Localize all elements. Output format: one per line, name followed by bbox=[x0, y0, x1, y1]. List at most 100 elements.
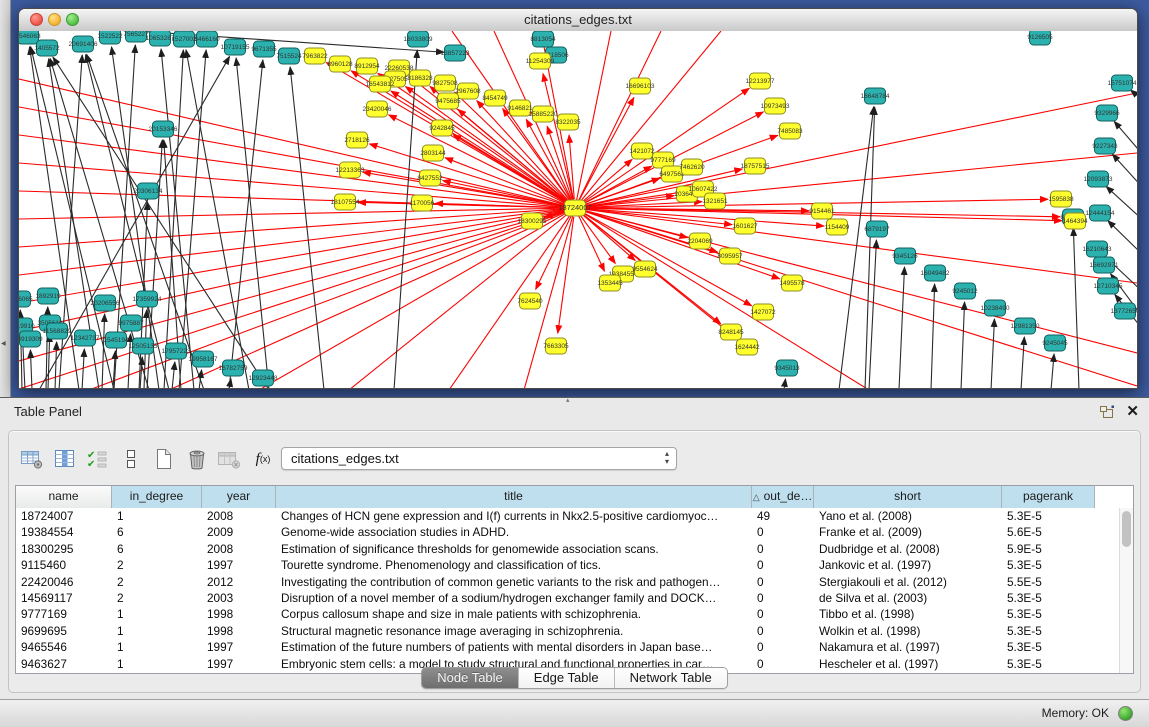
black-edge[interactable] bbox=[839, 107, 874, 389]
table-cell[interactable]: 5.5E-5 bbox=[1002, 574, 1095, 590]
table-row[interactable]: 2242004622012Investigating the contribut… bbox=[16, 574, 1119, 590]
column-header-pagerank[interactable]: pagerank bbox=[1002, 486, 1095, 508]
column-header-name[interactable]: name bbox=[16, 486, 112, 508]
network-node[interactable]: 7515524 bbox=[276, 48, 302, 64]
network-node[interactable]: 1527002 bbox=[171, 31, 197, 47]
network-node[interactable]: 9554624 bbox=[632, 261, 658, 277]
network-node[interactable]: 9475685 bbox=[435, 93, 461, 109]
red-edge[interactable] bbox=[19, 163, 575, 208]
red-edge[interactable] bbox=[575, 208, 1137, 283]
table-cell[interactable]: 9777169 bbox=[16, 606, 112, 622]
network-node[interactable]: 13772650 bbox=[1111, 303, 1137, 319]
black-edge[interactable] bbox=[229, 60, 263, 389]
table-cell[interactable]: 0 bbox=[752, 606, 814, 622]
table-cell[interactable]: 1998 bbox=[202, 606, 276, 622]
network-node[interactable]: 1522522 bbox=[97, 31, 123, 44]
black-edge[interactable] bbox=[961, 302, 965, 389]
table-cell[interactable]: 5.3E-5 bbox=[1002, 623, 1095, 639]
black-edge[interactable] bbox=[30, 350, 32, 389]
network-node[interactable]: 9245012 bbox=[952, 283, 978, 299]
network-node[interactable]: 9671355 bbox=[251, 41, 277, 57]
close-panel-button[interactable]: ✕ bbox=[1126, 402, 1139, 420]
network-node[interactable]: 2967608 bbox=[455, 83, 481, 99]
network-node[interactable]: 8427552 bbox=[417, 170, 443, 186]
network-node[interactable]: 1170056 bbox=[410, 195, 435, 211]
column-header-title[interactable]: title bbox=[276, 486, 752, 508]
network-node[interactable]: 15751074 bbox=[1108, 75, 1137, 91]
table-cell[interactable]: 2 bbox=[112, 557, 202, 573]
network-node[interactable]: 11568829 bbox=[43, 323, 72, 339]
network-node[interactable]: 16648784 bbox=[861, 88, 890, 104]
table-cell[interactable]: 19384554 bbox=[16, 524, 112, 540]
black-edge[interactable] bbox=[1021, 337, 1024, 389]
red-edge[interactable] bbox=[543, 74, 573, 200]
table-cell[interactable]: 18724007 bbox=[16, 508, 112, 524]
network-node[interactable]: 18107554 bbox=[331, 194, 360, 210]
table-cell[interactable]: 5.3E-5 bbox=[1002, 606, 1095, 622]
network-node[interactable]: 10238490 bbox=[981, 300, 1010, 316]
network-node[interactable]: 9975887 bbox=[118, 315, 144, 331]
create-column-button[interactable] bbox=[151, 447, 177, 471]
table-cell[interactable]: 2003 bbox=[202, 590, 276, 606]
black-edge[interactable] bbox=[991, 319, 994, 389]
network-node[interactable]: 12342737 bbox=[71, 330, 100, 346]
toggle-rows-button[interactable] bbox=[118, 447, 144, 471]
network-node[interactable]: 20153346 bbox=[149, 121, 178, 137]
black-edge[interactable] bbox=[1112, 154, 1137, 189]
network-node[interactable]: 20691406 bbox=[69, 36, 98, 52]
network-node[interactable]: 19958167 bbox=[189, 351, 218, 367]
table-cell[interactable]: Tibbo et al. (1998) bbox=[814, 606, 1002, 622]
memory-status-indicator[interactable] bbox=[1118, 706, 1133, 721]
table-cell[interactable]: Structural magnetic resonance image aver… bbox=[276, 623, 752, 639]
table-cell[interactable]: 1 bbox=[112, 639, 202, 655]
column-header-year[interactable]: year bbox=[202, 486, 276, 508]
network-node[interactable]: 8095957 bbox=[717, 248, 743, 264]
black-edge[interactable] bbox=[55, 342, 57, 389]
table-cell[interactable]: Yano et al. (2008) bbox=[814, 508, 1002, 524]
table-cell[interactable]: Stergiakouli et al. (2012) bbox=[814, 574, 1002, 590]
red-edge[interactable] bbox=[575, 208, 1137, 386]
table-cell[interactable]: 9115460 bbox=[16, 557, 112, 573]
network-node[interactable]: 18300295 bbox=[518, 213, 547, 229]
network-node[interactable]: 2803144 bbox=[420, 145, 446, 161]
network-node[interactable]: 17359924 bbox=[133, 291, 162, 307]
black-edge[interactable] bbox=[259, 388, 260, 389]
network-node[interactable]: 1154409 bbox=[825, 219, 850, 235]
network-node[interactable]: 1321651 bbox=[702, 193, 728, 209]
table-selector-dropdown[interactable]: citations_edges.txt ▴▾ bbox=[281, 447, 677, 470]
network-node[interactable]: 15692971 bbox=[1090, 257, 1119, 273]
black-edge[interactable] bbox=[236, 58, 269, 389]
network-node[interactable]: 16782759 bbox=[219, 360, 248, 376]
network-node[interactable]: 20206556 bbox=[91, 295, 120, 311]
network-node[interactable]: 6879197 bbox=[864, 221, 890, 237]
table-cell[interactable]: 0 bbox=[752, 623, 814, 639]
red-edge[interactable] bbox=[449, 208, 575, 389]
network-node[interactable]: 8454749 bbox=[482, 90, 508, 106]
black-edge[interactable] bbox=[199, 370, 202, 389]
table-cell[interactable]: Disruption of a novel member of a sodium… bbox=[276, 590, 752, 606]
table-cell[interactable]: 9465546 bbox=[16, 639, 112, 655]
table-cell[interactable]: 0 bbox=[752, 524, 814, 540]
network-node[interactable]: 8813054 bbox=[530, 31, 556, 47]
table-cell[interactable]: 2012 bbox=[202, 574, 276, 590]
network-node[interactable]: 2718126 bbox=[344, 132, 370, 148]
table-cell[interactable]: Corpus callosum shape and size in male p… bbox=[276, 606, 752, 622]
table-cell[interactable]: 6 bbox=[112, 541, 202, 557]
network-node[interactable]: 16210643 bbox=[1083, 241, 1112, 257]
network-node[interactable]: 9126505 bbox=[1027, 31, 1053, 45]
table-cell[interactable]: 5.3E-5 bbox=[1002, 508, 1095, 524]
column-header-out_de[interactable]: △out_de… bbox=[752, 486, 814, 508]
network-node[interactable]: 7624540 bbox=[517, 293, 543, 309]
table-row[interactable]: 1938455462009Genome-wide association stu… bbox=[16, 524, 1119, 540]
network-node[interactable]: 1545194 bbox=[103, 332, 129, 348]
table-row[interactable]: 977716911998Corpus callosum shape and si… bbox=[16, 606, 1119, 622]
network-node[interactable]: 1595838 bbox=[1048, 191, 1074, 207]
network-node[interactable]: 8322035 bbox=[555, 114, 581, 130]
network-node[interactable]: 12093873 bbox=[1084, 171, 1113, 187]
network-node[interactable]: 9242845 bbox=[429, 120, 455, 136]
network-node[interactable]: 1464394 bbox=[1062, 213, 1088, 229]
table-cell[interactable]: 0 bbox=[752, 639, 814, 655]
table-cell[interactable]: 18300295 bbox=[16, 541, 112, 557]
network-node[interactable]: 9827508 bbox=[432, 75, 458, 91]
table-cell[interactable]: Changes of HCN gene expression and I(f) … bbox=[276, 508, 752, 524]
